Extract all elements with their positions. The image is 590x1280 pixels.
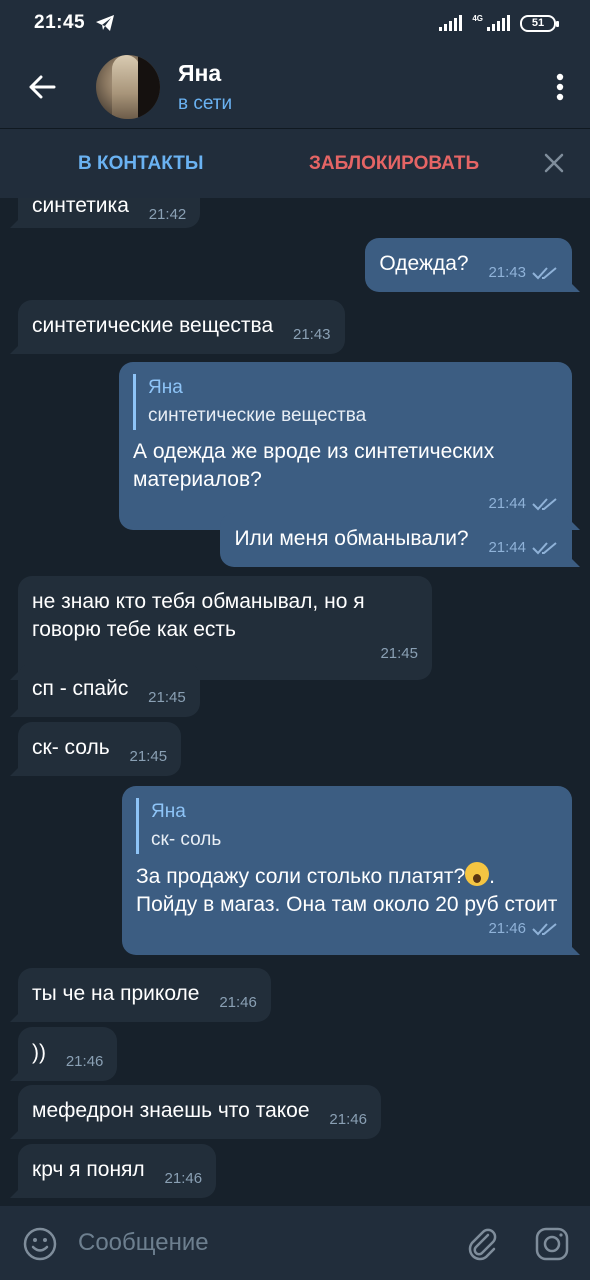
status-time: 21:45 <box>34 12 86 33</box>
battery-icon: 51 <box>520 14 559 32</box>
avatar[interactable] <box>96 55 160 119</box>
chat-title-block[interactable]: Яна в сети <box>178 60 232 115</box>
message-incoming[interactable]: ты че на приколе 21:46 <box>18 968 271 1022</box>
message-list[interactable]: синтетика 21:42 Одежда? 21:43 синтетичес… <box>0 198 590 1206</box>
message-time: 21:43 <box>292 326 331 343</box>
more-options-button[interactable] <box>530 46 590 128</box>
message-incoming[interactable]: )) 21:46 <box>18 1027 118 1081</box>
more-vertical-icon <box>556 73 564 101</box>
block-user-button[interactable]: ЗАБЛОКИРОВАТЬ <box>309 153 479 175</box>
chat-name: Яна <box>178 59 222 86</box>
paperclip-icon[interactable] <box>464 1226 500 1262</box>
emoji-icon[interactable] <box>22 1226 58 1262</box>
message-text: )) <box>32 1041 46 1064</box>
message-time: 21:45 <box>129 748 168 765</box>
message-time: 21:46 <box>65 1053 104 1070</box>
message-text: синтетика <box>32 198 129 217</box>
close-icon[interactable] <box>542 151 566 175</box>
face-screaming-in-fear-icon <box>465 862 490 886</box>
network-type: 4G <box>472 13 483 23</box>
message-input[interactable] <box>78 1224 438 1262</box>
message-outgoing-reply[interactable]: Яна ск- соль За продажу соли столько пла… <box>122 786 572 955</box>
message-time: 21:46 <box>488 920 526 937</box>
double-check-icon <box>532 267 557 280</box>
message-time: 21:45 <box>148 689 186 706</box>
message-text: синтетические вещества <box>32 314 274 337</box>
message-text: не знаю кто тебя обманывал, но я говорю … <box>32 590 365 641</box>
message-text: ск- соль <box>32 736 110 759</box>
battery-level: 51 <box>531 17 545 29</box>
reply-text: синтетические вещества <box>148 405 367 426</box>
message-text: мефедрон знаешь что такое <box>32 1099 310 1122</box>
message-text: За продажу соли столько платят?. Пойду в … <box>136 862 558 919</box>
message-text: ты че на приколе <box>32 982 200 1005</box>
arrow-left-icon <box>29 75 56 99</box>
message-outgoing-reply[interactable]: Яна синтетические вещества А одежда же в… <box>119 362 572 530</box>
telegram-icon <box>96 15 115 31</box>
double-check-icon <box>532 923 557 936</box>
reply-quote[interactable]: Яна синтетические вещества <box>133 374 558 430</box>
back-button[interactable] <box>0 46 84 128</box>
online-status: в сети <box>178 92 233 114</box>
double-check-icon <box>532 498 557 511</box>
message-input-bar <box>0 1206 590 1280</box>
message-outgoing[interactable]: Одежда? 21:43 <box>365 238 572 292</box>
status-bar: 21:45 4G 51 <box>0 0 590 46</box>
double-check-icon <box>532 542 557 555</box>
message-incoming[interactable]: ск- соль 21:45 <box>18 722 182 776</box>
add-to-contacts-button[interactable]: В КОНТАКТЫ <box>78 153 204 175</box>
message-incoming[interactable]: синтетика 21:42 <box>18 198 201 228</box>
message-time: 21:43 <box>488 264 526 281</box>
camera-icon[interactable] <box>534 1226 570 1262</box>
message-incoming[interactable]: синтетические вещества 21:43 <box>18 300 345 354</box>
message-time: 21:44 <box>488 539 526 556</box>
contact-action-bar: В КОНТАКТЫ ЗАБЛОКИРОВАТЬ <box>0 128 590 198</box>
chat-header: Яна в сети <box>0 46 590 128</box>
message-time: 21:46 <box>329 1111 367 1128</box>
message-time: 21:45 <box>380 645 418 662</box>
message-incoming[interactable]: мефедрон знаешь что такое 21:46 <box>18 1085 381 1139</box>
message-text: крч я понял <box>32 1158 145 1181</box>
reply-text: ск- соль <box>151 829 222 850</box>
message-time: 21:46 <box>164 1170 203 1187</box>
message-time: 21:46 <box>219 994 257 1011</box>
message-text: Одежда? <box>379 252 469 275</box>
reply-quote[interactable]: Яна ск- соль <box>136 798 558 854</box>
message-text: Или меня обманывали? <box>234 527 469 550</box>
message-time: 21:42 <box>148 206 187 223</box>
message-outgoing[interactable]: Или меня обманывали? 21:44 <box>220 513 572 567</box>
signal-icon-2 <box>487 15 510 31</box>
message-incoming[interactable]: крч я понял 21:46 <box>18 1144 217 1198</box>
message-incoming[interactable]: сп - спайс 21:45 <box>18 663 200 717</box>
message-text: А одежда же вроде из синтетических матер… <box>133 440 495 491</box>
message-text: сп - спайс <box>32 677 129 700</box>
signal-icon <box>439 15 463 31</box>
reply-author: Яна <box>148 377 183 398</box>
reply-author: Яна <box>151 801 186 822</box>
